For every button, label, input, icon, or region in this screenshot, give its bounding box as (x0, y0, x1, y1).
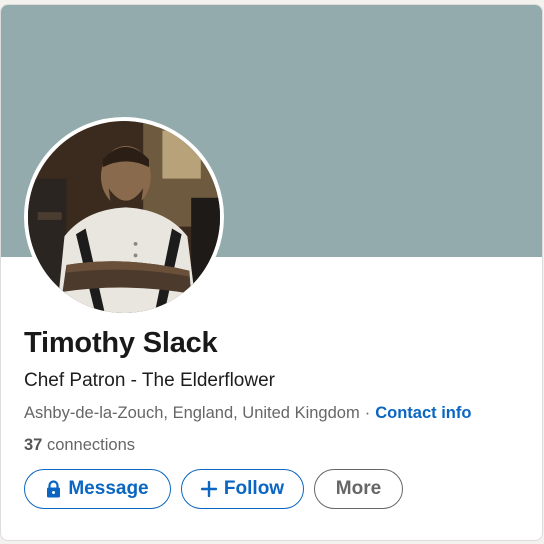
profile-location: Ashby-de-la-Zouch, England, United Kingd… (24, 404, 360, 422)
plus-icon (200, 481, 217, 497)
profile-actions: Message Follow More (24, 469, 403, 509)
profile-headline: Chef Patron - The Elderflower (24, 370, 275, 391)
separator-dot: · (364, 404, 371, 422)
connections-info[interactable]: 37 connections (24, 436, 135, 455)
message-button[interactable]: Message (24, 469, 171, 509)
more-label: More (335, 478, 382, 499)
follow-button[interactable]: Follow (181, 469, 304, 509)
follow-label: Follow (223, 478, 285, 499)
profile-card: Timothy Slack Chef Patron - The Elderflo… (0, 4, 543, 541)
connections-label: connections (46, 436, 136, 454)
profile-name: Timothy Slack (24, 327, 218, 359)
profile-avatar[interactable] (24, 117, 224, 317)
more-button[interactable]: More (314, 469, 403, 509)
avatar-photo (28, 121, 220, 313)
contact-info-link[interactable]: Contact info (375, 404, 471, 422)
message-label: Message (68, 478, 149, 499)
connections-count: 37 (24, 436, 43, 454)
lock-icon (46, 480, 61, 498)
location-row: Ashby-de-la-Zouch, England, United Kingd… (24, 404, 471, 423)
